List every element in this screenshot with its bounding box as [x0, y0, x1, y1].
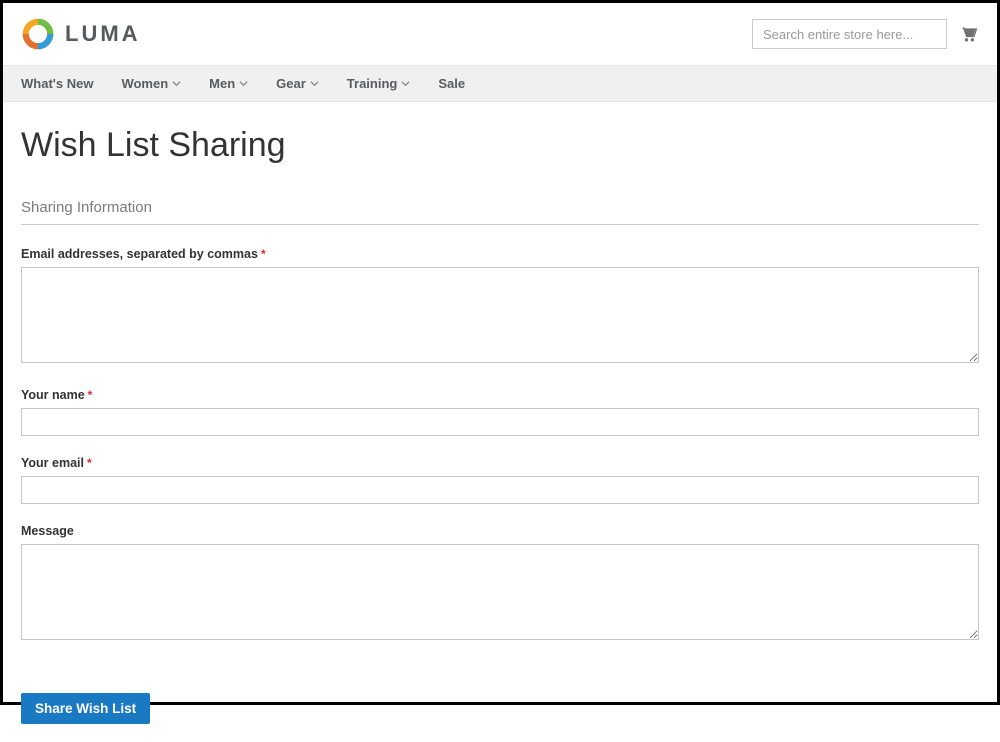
header-right [752, 19, 979, 49]
nav-men[interactable]: Men [209, 76, 248, 91]
required-mark: * [261, 247, 266, 261]
share-wishlist-button[interactable]: Share Wish List [21, 693, 150, 724]
nav-label: Training [347, 76, 398, 91]
required-mark: * [88, 388, 93, 402]
main-nav: What's New Women Men Gear Training Sale [3, 65, 997, 102]
chevron-down-icon [172, 79, 181, 88]
emails-label: Email addresses, separated by commas* [21, 247, 266, 261]
page-title: Wish List Sharing [21, 126, 979, 165]
nav-label: Sale [438, 76, 465, 91]
emails-textarea[interactable] [21, 267, 979, 363]
label-text: Your name [21, 388, 85, 402]
chevron-down-icon [310, 79, 319, 88]
cart-icon[interactable] [959, 24, 979, 44]
nav-training[interactable]: Training [347, 76, 411, 91]
logo-text: LUMA [65, 21, 141, 47]
nav-gear[interactable]: Gear [276, 76, 319, 91]
nav-label: What's New [21, 76, 93, 91]
nav-label: Women [121, 76, 168, 91]
label-text: Message [21, 524, 74, 538]
label-text: Your email [21, 456, 84, 470]
chevron-down-icon [239, 79, 248, 88]
email-label: Your email* [21, 456, 92, 470]
search-input[interactable] [763, 27, 939, 42]
logo[interactable]: LUMA [21, 17, 141, 51]
label-text: Email addresses, separated by commas [21, 247, 258, 261]
luma-logo-icon [21, 17, 55, 51]
message-textarea[interactable] [21, 544, 979, 640]
field-message: Message [21, 522, 979, 645]
email-input[interactable] [21, 476, 979, 504]
nav-label: Men [209, 76, 235, 91]
chevron-down-icon [401, 79, 410, 88]
content: Wish List Sharing Sharing Information Em… [3, 102, 997, 742]
search-box[interactable] [752, 19, 947, 49]
name-input[interactable] [21, 408, 979, 436]
nav-women[interactable]: Women [121, 76, 181, 91]
field-emails: Email addresses, separated by commas* [21, 245, 979, 368]
nav-sale[interactable]: Sale [438, 76, 465, 91]
name-label: Your name* [21, 388, 92, 402]
nav-label: Gear [276, 76, 306, 91]
field-name: Your name* [21, 386, 979, 436]
field-email: Your email* [21, 454, 979, 504]
nav-whats-new[interactable]: What's New [21, 76, 93, 91]
message-label: Message [21, 524, 74, 538]
section-heading: Sharing Information [21, 199, 979, 225]
required-mark: * [87, 456, 92, 470]
header: LUMA [3, 3, 997, 65]
